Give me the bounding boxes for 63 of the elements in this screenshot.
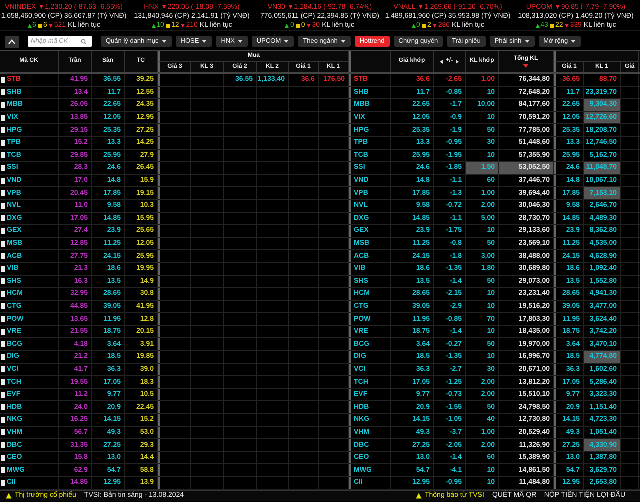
header-cell	[349, 51, 391, 72]
row-marker-icon[interactable]	[1, 266, 5, 272]
row-marker-icon[interactable]	[1, 278, 5, 284]
row-marker-icon[interactable]	[1, 442, 5, 448]
down-triangle-icon	[181, 24, 186, 28]
row-marker-icon[interactable]	[1, 416, 5, 423]
caret-icon	[162, 40, 167, 43]
chevron-up-icon	[8, 38, 16, 44]
row-marker-icon[interactable]	[1, 215, 5, 222]
row-marker-icon[interactable]	[1, 190, 5, 196]
warning-icon	[6, 492, 12, 499]
up-triangle-icon	[536, 24, 540, 28]
caret-icon	[571, 40, 576, 43]
square-icon	[422, 24, 426, 28]
row-marker-icon[interactable]	[1, 341, 5, 348]
row-marker-icon[interactable]	[1, 328, 5, 335]
caret-icon	[524, 40, 530, 43]
row-marker-icon[interactable]	[1, 202, 5, 209]
left-arrow-icon[interactable]	[440, 60, 443, 64]
row-marker-icon[interactable]	[1, 366, 5, 372]
row-marker-icon[interactable]	[1, 454, 5, 461]
row-marker-icon[interactable]	[1, 140, 5, 146]
row-marker-icon[interactable]	[1, 290, 5, 297]
up-triangle-icon	[285, 24, 290, 28]
row-marker-icon[interactable]	[1, 354, 5, 360]
row-marker-icon[interactable]	[1, 240, 5, 247]
row-marker-icon[interactable]	[1, 429, 5, 436]
square-icon	[550, 24, 554, 28]
row-marker-icon[interactable]	[1, 467, 5, 474]
caret-icon	[340, 40, 346, 43]
up-triangle-icon	[412, 24, 416, 28]
down-triangle-icon	[307, 24, 312, 28]
row-marker-icon[interactable]	[1, 228, 5, 234]
row-marker-icon[interactable]	[1, 404, 5, 410]
row-marker-icon[interactable]	[1, 89, 5, 96]
down-triangle-icon	[433, 24, 438, 28]
caret-icon	[284, 40, 290, 43]
row-marker-icon[interactable]	[1, 316, 5, 322]
collapse-button[interactable]	[5, 36, 19, 48]
right-arrow-icon[interactable]	[456, 60, 460, 64]
row-marker-icon[interactable]	[1, 164, 5, 171]
row-marker-icon[interactable]	[1, 127, 5, 134]
search-icon	[81, 38, 87, 44]
row-marker-icon[interactable]	[1, 392, 5, 398]
row-marker-icon[interactable]	[1, 152, 5, 158]
down-triangle-icon	[49, 24, 54, 28]
row-marker-icon[interactable]	[1, 253, 5, 260]
caret-icon	[238, 40, 243, 43]
row-marker-icon[interactable]	[1, 379, 5, 386]
row-marker-icon[interactable]	[1, 76, 5, 83]
row-marker-icon[interactable]	[1, 303, 5, 310]
row-marker-icon[interactable]	[1, 480, 5, 486]
row-marker-icon[interactable]	[1, 178, 5, 184]
square-icon	[166, 24, 170, 28]
caret-icon	[202, 40, 208, 43]
warning-icon	[416, 492, 422, 499]
up-triangle-icon	[28, 24, 32, 28]
up-triangle-icon	[152, 24, 156, 28]
row-marker-icon[interactable]	[1, 114, 5, 121]
down-triangle-icon	[565, 24, 570, 28]
row-marker-icon[interactable]	[1, 102, 5, 108]
square-icon	[296, 24, 300, 28]
square-icon	[38, 24, 42, 28]
